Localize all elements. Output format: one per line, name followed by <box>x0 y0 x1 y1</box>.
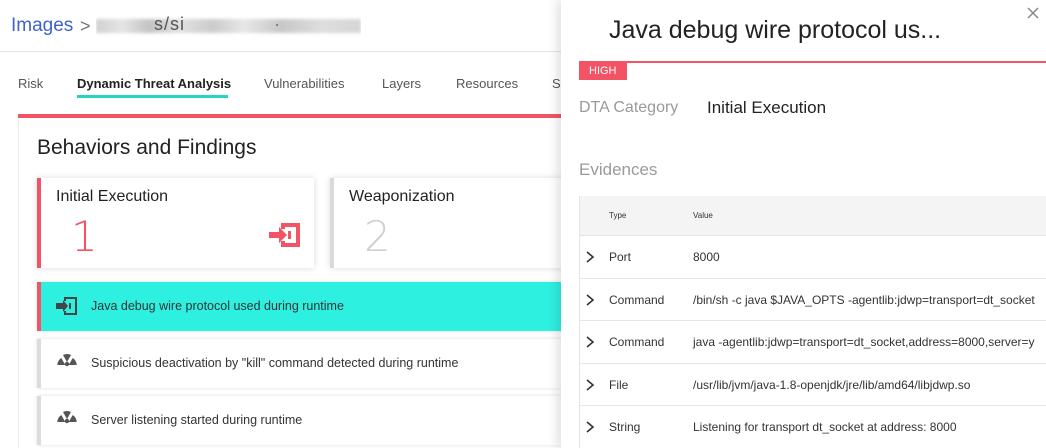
tab-layers[interactable]: Layers <box>382 76 421 91</box>
evidence-value: Listening for transport dt_socket at add… <box>693 420 957 434</box>
enter-icon <box>269 223 300 247</box>
finding-text: Java debug wire protocol used during run… <box>91 299 344 313</box>
evidences-table: Type Value Port 8000 Command /bin/sh -c … <box>579 196 1046 448</box>
breadcrumb-path-fragment: s/si <box>154 14 185 34</box>
breadcrumb-image-name: s/si · <box>96 13 361 39</box>
evidence-value: java -agentlib:jdwp=transport=dt_socket,… <box>693 335 1035 349</box>
chevron-right-icon[interactable] <box>585 335 595 349</box>
table-header: Type Value <box>580 196 1046 236</box>
finding-detail-panel: Java debug wire protocol us... HIGH DTA … <box>561 0 1046 448</box>
evidence-type: Port <box>609 250 632 264</box>
category-name: Weaponization <box>349 188 455 205</box>
breadcrumb-images-link[interactable]: Images <box>11 15 73 37</box>
evidence-value: 8000 <box>693 250 720 264</box>
evidence-type: Command <box>609 292 665 307</box>
table-row[interactable]: Command java -agentlib:jdwp=transport=dt… <box>580 321 1046 364</box>
tab-risk[interactable]: Risk <box>18 76 43 91</box>
evidences-title: Evidences <box>579 160 658 179</box>
tab-dynamic-threat-analysis[interactable]: Dynamic Threat Analysis <box>77 76 231 91</box>
radiation-icon <box>57 354 77 367</box>
category-weaponization[interactable]: Weaponization 2 <box>330 178 568 268</box>
category-count: 2 <box>364 212 391 261</box>
category-name: Initial Execution <box>56 188 169 205</box>
tab-resources[interactable]: Resources <box>456 76 518 91</box>
category-count: 1 <box>71 212 98 261</box>
radiation-icon <box>57 411 77 424</box>
table-row[interactable]: Port 8000 <box>580 236 1046 279</box>
panel-title: Java debug wire protocol us... <box>609 16 942 44</box>
evidence-type: File <box>609 377 629 392</box>
chevron-right-icon[interactable] <box>585 293 595 307</box>
table-row[interactable]: File /usr/lib/jvm/java-1.8-openjdk/jre/l… <box>580 364 1046 406</box>
dta-category-value: Initial Execution <box>707 98 827 117</box>
finding-row[interactable]: Java debug wire protocol used during run… <box>37 282 568 331</box>
evidence-type: String <box>609 420 641 434</box>
redacted-text <box>96 19 361 33</box>
severity-line <box>579 61 1046 63</box>
breadcrumb-path-fragment-2: · <box>274 14 280 34</box>
evidence-value: /usr/lib/jvm/java-1.8-openjdk/jre/lib/am… <box>693 377 971 392</box>
tab-truncated[interactable]: S <box>552 76 561 91</box>
finding-row[interactable]: Suspicious deactivation by "kill" comman… <box>37 339 568 388</box>
close-icon[interactable] <box>1026 6 1040 20</box>
finding-row[interactable]: Server listening started during runtime <box>37 396 568 445</box>
column-header-type: Type <box>609 211 627 220</box>
finding-text: Suspicious deactivation by "kill" comman… <box>91 356 459 370</box>
active-tab-indicator <box>77 95 228 98</box>
tab-vulnerabilities[interactable]: Vulnerabilities <box>264 76 344 91</box>
severity-badge: HIGH <box>579 62 627 80</box>
table-row[interactable]: String Listening for transport dt_socket… <box>580 406 1046 448</box>
evidence-value: /bin/sh -c java $JAVA_OPTS -agentlib:jdw… <box>693 292 1035 307</box>
chevron-right-icon[interactable] <box>585 420 595 434</box>
column-header-value: Value <box>693 211 713 220</box>
breadcrumb-separator: > <box>80 16 91 36</box>
dta-category-label: DTA Category <box>579 99 679 116</box>
chevron-right-icon[interactable] <box>585 250 595 264</box>
section-title: Behaviors and Findings <box>37 136 257 159</box>
finding-text: Server listening started during runtime <box>91 413 303 427</box>
chevron-right-icon[interactable] <box>585 378 595 392</box>
enter-icon <box>56 297 77 315</box>
table-row[interactable]: Command /bin/sh -c java $JAVA_OPTS -agen… <box>580 279 1046 321</box>
category-initial-execution[interactable]: Initial Execution 1 <box>37 178 314 268</box>
evidence-type: Command <box>609 335 665 349</box>
